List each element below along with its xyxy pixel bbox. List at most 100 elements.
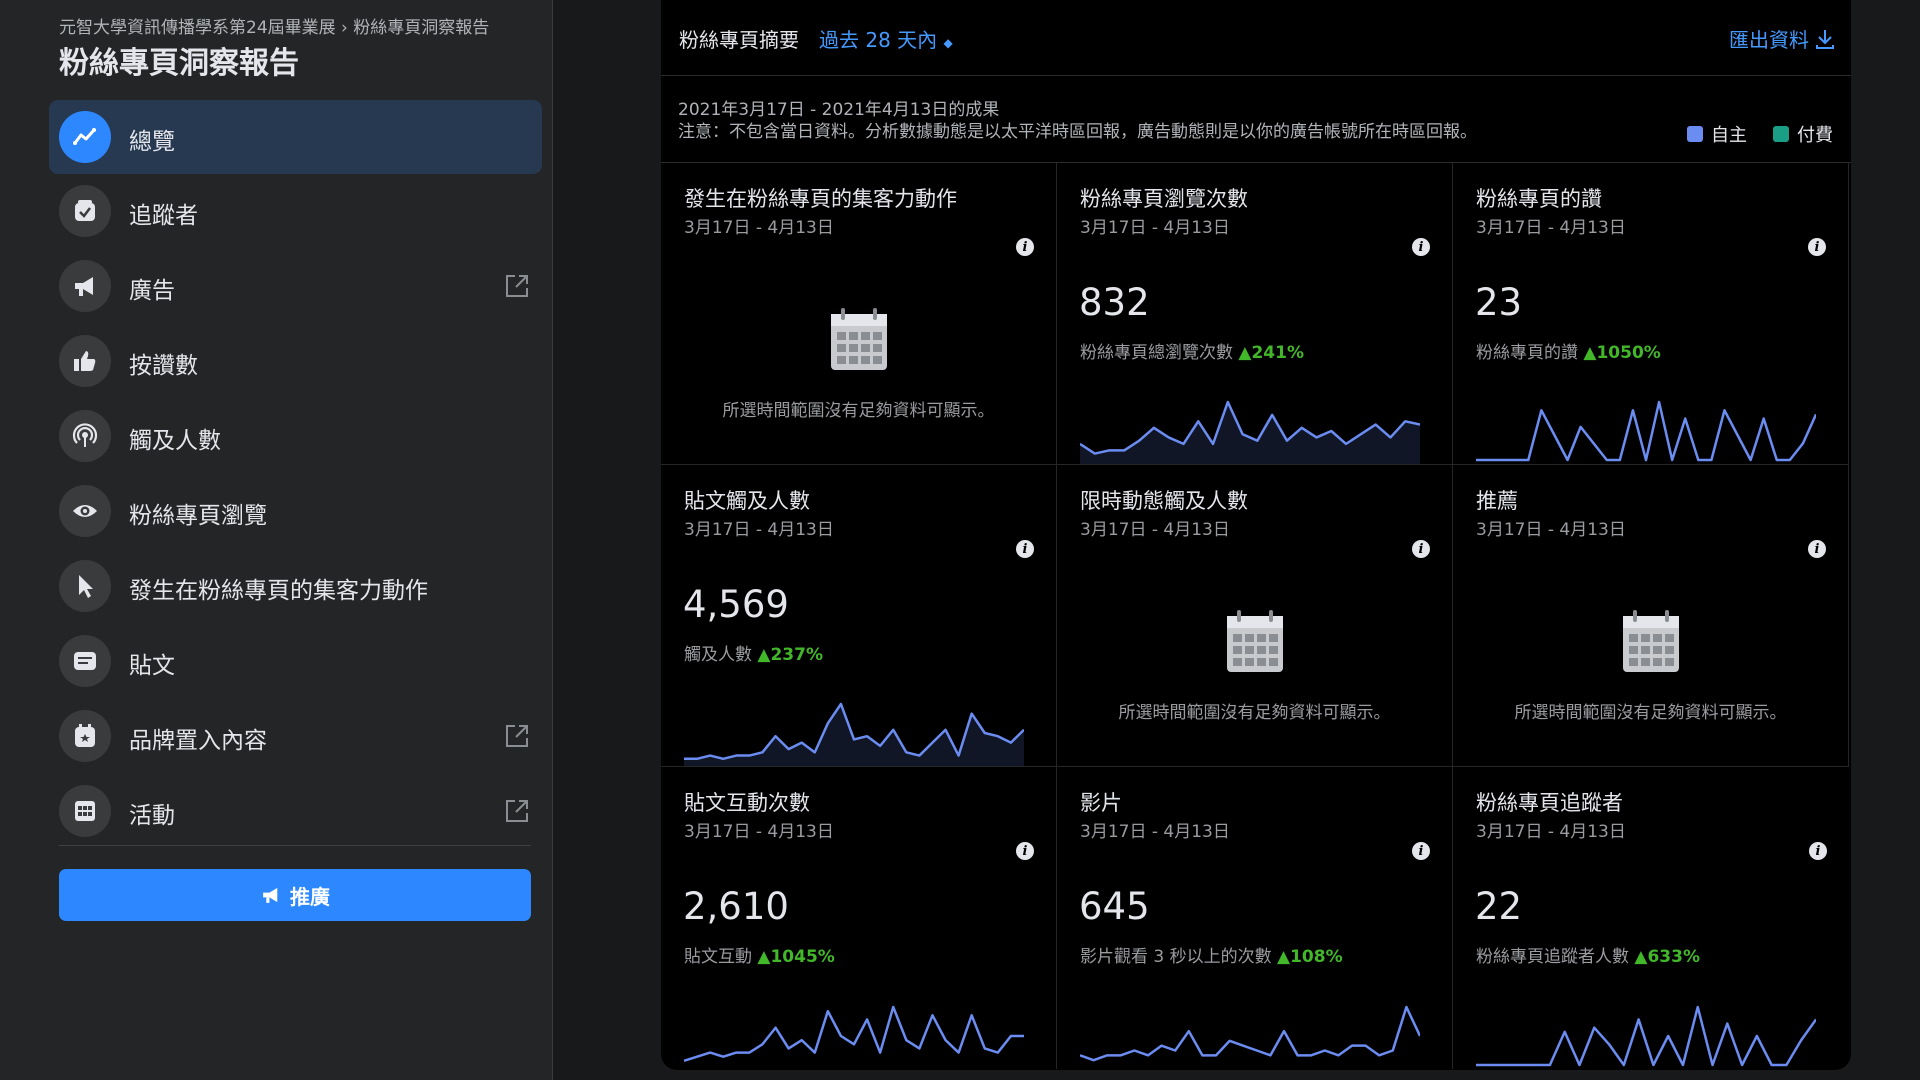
empty-state-text: 所選時間範圍沒有足夠資料可顯示。 bbox=[1118, 703, 1391, 723]
info-icon[interactable]: i bbox=[1809, 842, 1827, 860]
organic-swatch bbox=[1687, 126, 1703, 142]
paid-swatch bbox=[1773, 126, 1789, 142]
metric-value: 2,610 bbox=[683, 885, 789, 928]
sparkline-organic-line bbox=[1476, 400, 1816, 462]
metric-value: 23 bbox=[1475, 281, 1523, 324]
sidebar-item-followers[interactable]: 追蹤者 bbox=[49, 174, 542, 248]
calendar-icon bbox=[1623, 610, 1679, 672]
card-recommendations[interactable]: 推薦 3月17日 - 4月13日 i 所選時間範圍沒有足夠資料可顯示。 bbox=[1453, 465, 1849, 767]
divider bbox=[661, 75, 1851, 76]
metric-subtitle: 粉絲專頁的讚 ▲1050% bbox=[1476, 338, 1661, 363]
export-label: 匯出資料 bbox=[1729, 28, 1809, 52]
dropdown-caret-icon: ◆ bbox=[943, 36, 953, 50]
info-icon[interactable]: i bbox=[1016, 842, 1034, 860]
sidebar-item-posts[interactable]: 貼文 bbox=[49, 624, 542, 698]
checkbox-icon bbox=[59, 185, 111, 237]
metric-label: 粉絲專頁追蹤者人數 bbox=[1476, 947, 1629, 967]
card-videos[interactable]: 影片 3月17日 - 4月13日 i 645 影片觀看 3 秒以上的次數 ▲10… bbox=[1057, 767, 1453, 1069]
metric-change: ▲1050% bbox=[1583, 343, 1661, 363]
card-title: 粉絲專頁瀏覽次數 bbox=[1080, 187, 1248, 211]
card-date: 3月17日 - 4月13日 bbox=[1476, 822, 1626, 842]
sidebar-item-label: 發生在粉絲專頁的集客力動作 bbox=[129, 578, 428, 604]
external-link-icon[interactable] bbox=[504, 723, 530, 749]
card-title: 限時動態觸及人數 bbox=[1080, 489, 1248, 513]
card-post-reach[interactable]: 貼文觸及人數 3月17日 - 4月13日 i 4,569 觸及人數 ▲237% bbox=[661, 465, 1057, 767]
legend-paid: 付費 bbox=[1797, 125, 1833, 146]
card-title: 貼文觸及人數 bbox=[684, 489, 810, 513]
date-range-dropdown[interactable]: 過去 28 天內 ◆ bbox=[819, 24, 953, 53]
sidebar-item-label: 總覽 bbox=[129, 129, 175, 155]
card-story-reach[interactable]: 限時動態觸及人數 3月17日 - 4月13日 i 所選時間範圍沒有足夠資料可顯示… bbox=[1057, 465, 1453, 767]
sparkline bbox=[1080, 400, 1420, 464]
branded-content-icon bbox=[59, 710, 111, 762]
card-page-followers[interactable]: 粉絲專頁追蹤者 3月17日 - 4月13日 i 22 粉絲專頁追蹤者人數 ▲63… bbox=[1453, 767, 1849, 1069]
sidebar-item-label: 粉絲專頁瀏覽 bbox=[129, 503, 267, 529]
sparkline-organic-line bbox=[1476, 1005, 1816, 1067]
calendar-icon bbox=[1227, 610, 1283, 672]
info-icon[interactable]: i bbox=[1412, 238, 1430, 256]
metric-value: 645 bbox=[1079, 885, 1150, 928]
empty-state-text: 所選時間範圍沒有足夠資料可顯示。 bbox=[722, 401, 995, 421]
sidebar: 元智大學資訊傳播學系第24屆畢業展 › 粉絲專頁洞察報告 粉絲專頁洞察報告 總覽… bbox=[0, 0, 553, 1080]
info-icon[interactable]: i bbox=[1808, 238, 1826, 256]
sidebar-item-label: 按讚數 bbox=[129, 353, 198, 379]
sidebar-item-branded-content[interactable]: 品牌置入內容 bbox=[49, 699, 542, 773]
metric-label: 觸及人數 bbox=[684, 645, 752, 665]
breadcrumb[interactable]: 元智大學資訊傳播學系第24屆畢業展 › 粉絲專頁洞察報告 bbox=[59, 13, 489, 38]
card-date: 3月17日 - 4月13日 bbox=[1080, 520, 1230, 540]
sidebar-item-label: 貼文 bbox=[129, 653, 175, 679]
external-link-icon[interactable] bbox=[504, 273, 530, 299]
sidebar-item-page-views[interactable]: 粉絲專頁瀏覽 bbox=[49, 474, 542, 548]
sparkline bbox=[1476, 1005, 1816, 1067]
external-link-icon[interactable] bbox=[504, 798, 530, 824]
card-post-engagement[interactable]: 貼文互動次數 3月17日 - 4月13日 i 2,610 貼文互動 ▲1045% bbox=[661, 767, 1057, 1069]
card-page-views[interactable]: 粉絲專頁瀏覽次數 3月17日 - 4月13日 i 832 粉絲專頁總瀏覽次數 ▲… bbox=[1057, 163, 1453, 465]
broadcast-icon bbox=[59, 410, 111, 462]
divider bbox=[59, 845, 531, 846]
sidebar-item-overview[interactable]: 總覽 bbox=[49, 100, 542, 174]
card-date: 3月17日 - 4月13日 bbox=[684, 822, 834, 842]
eye-icon bbox=[59, 485, 111, 537]
sidebar-item-likes[interactable]: 按讚數 bbox=[49, 324, 542, 398]
metric-change: ▲237% bbox=[757, 645, 823, 665]
empty-state-text: 所選時間範圍沒有足夠資料可顯示。 bbox=[1514, 703, 1787, 723]
promote-button[interactable]: 推廣 bbox=[59, 869, 531, 921]
info-icon[interactable]: i bbox=[1016, 238, 1034, 256]
info-icon[interactable]: i bbox=[1412, 540, 1430, 558]
card-page-actions[interactable]: 發生在粉絲專頁的集客力動作 3月17日 - 4月13日 i 所選時間範圍沒有足夠… bbox=[661, 163, 1057, 465]
sparkline-organic-line bbox=[684, 1005, 1024, 1063]
metric-change: ▲1045% bbox=[757, 947, 835, 967]
sidebar-item-ads[interactable]: 廣告 bbox=[49, 249, 542, 323]
sparkline bbox=[684, 1005, 1024, 1063]
card-title: 貼文互動次數 bbox=[684, 791, 810, 815]
sparkline-organic-line bbox=[1080, 1005, 1420, 1062]
metric-subtitle: 粉絲專頁追蹤者人數 ▲633% bbox=[1476, 942, 1700, 967]
card-title: 粉絲專頁的讚 bbox=[1476, 187, 1602, 211]
calendar-icon bbox=[831, 308, 887, 370]
info-icon[interactable]: i bbox=[1016, 540, 1034, 558]
megaphone-icon bbox=[263, 887, 278, 903]
metric-subtitle: 影片觀看 3 秒以上的次數 ▲108% bbox=[1080, 942, 1343, 967]
sidebar-item-reach[interactable]: 觸及人數 bbox=[49, 399, 542, 473]
date-range-label: 過去 28 天內 bbox=[819, 28, 938, 52]
sidebar-item-page-actions[interactable]: 發生在粉絲專頁的集客力動作 bbox=[49, 549, 542, 623]
sidebar-item-events[interactable]: 活動 bbox=[49, 774, 542, 848]
metric-label: 粉絲專頁的讚 bbox=[1476, 343, 1578, 363]
summary-title: 粉絲專頁摘要 bbox=[679, 28, 799, 52]
card-page-likes[interactable]: 粉絲專頁的讚 3月17日 - 4月13日 i 23 粉絲專頁的讚 ▲1050% bbox=[1453, 163, 1849, 465]
metric-label: 影片觀看 3 秒以上的次數 bbox=[1080, 947, 1272, 967]
sparkline bbox=[1080, 1005, 1420, 1062]
promote-label: 推廣 bbox=[290, 884, 330, 909]
card-date: 3月17日 - 4月13日 bbox=[1476, 218, 1626, 238]
post-icon bbox=[59, 635, 111, 687]
export-button[interactable]: 匯出資料 bbox=[1729, 24, 1835, 53]
sidebar-item-label: 廣告 bbox=[129, 278, 175, 304]
sparkline bbox=[684, 702, 1024, 766]
megaphone-icon bbox=[59, 260, 111, 312]
info-icon[interactable]: i bbox=[1808, 540, 1826, 558]
cursor-icon bbox=[59, 560, 111, 612]
timezone-notice: 注意：不包含當日資料。分析數據動態是以太平洋時區回報，廣告動態則是以你的廣告帳號… bbox=[678, 122, 1477, 142]
metric-subtitle: 粉絲專頁總瀏覽次數 ▲241% bbox=[1080, 338, 1304, 363]
info-icon[interactable]: i bbox=[1412, 842, 1430, 860]
card-title: 發生在粉絲專頁的集客力動作 bbox=[684, 187, 957, 211]
